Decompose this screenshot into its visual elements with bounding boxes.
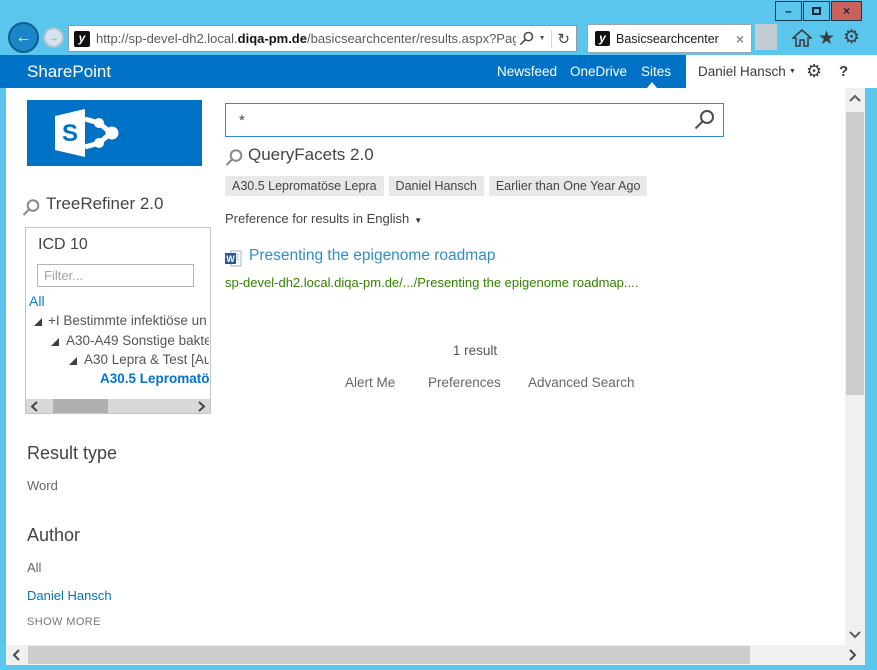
tree-node-label[interactable]: +I Bestimmte infektiöse un [48, 313, 207, 328]
horizontal-scrollbar-thumb[interactable] [28, 646, 750, 664]
address-dropdown-icon[interactable]: ▼ [539, 35, 546, 42]
url-suffix: /basicsearchcenter/results.aspx?PageView… [307, 31, 516, 46]
tree-node[interactable]: +I Bestimmte infektiöse un [26, 312, 209, 331]
search-box [225, 103, 724, 137]
url-domain: diqa-pm.de [238, 31, 307, 46]
advanced-search-link[interactable]: Advanced Search [528, 375, 635, 390]
forward-button[interactable]: → [43, 27, 64, 48]
language-preference: Preference for results in English ▼ [225, 211, 422, 226]
address-bar[interactable]: y http://sp-devel-dh2.local.diqa-pm.de/b… [68, 25, 577, 52]
tab-close-icon[interactable]: × [736, 31, 744, 47]
tree-node-label[interactable]: A30.5 Lepromatö [100, 371, 209, 386]
word-file-icon: W [225, 250, 242, 272]
browser-window: – × ← → y http://sp-devel-dh2.local.diqa… [0, 0, 877, 670]
suite-link-newsfeed[interactable]: Newsfeed [497, 55, 557, 88]
favorites-star-icon[interactable]: ★ [818, 27, 835, 50]
refiner-value-daniel-hansch[interactable]: Daniel Hansch [27, 588, 112, 603]
tree-heading: ICD 10 [38, 236, 88, 254]
tab-favicon: y [595, 31, 610, 46]
forward-arrow-icon: → [48, 32, 59, 44]
tree-refiner-title: TreeRefiner 2.0 [46, 194, 163, 214]
user-menu[interactable]: Daniel Hansch [698, 55, 786, 88]
alert-me-link[interactable]: Alert Me [345, 375, 395, 390]
close-icon: × [843, 4, 850, 18]
address-search-icon[interactable] [519, 31, 534, 46]
tree-horizontal-scrollbar[interactable] [26, 399, 210, 414]
browser-settings-gear-icon[interactable]: ⚙ [843, 26, 860, 49]
language-dropdown-caret-icon[interactable]: ▼ [414, 216, 422, 225]
query-facets-title: QueryFacets 2.0 [248, 145, 374, 165]
suite-link-onedrive[interactable]: OneDrive [570, 55, 627, 88]
tree-node[interactable]: A30 Lepra & Test [Au [26, 351, 209, 370]
tree-refiner-panel: ICD 10 All +I Bestimmte infektiöse un A3… [25, 227, 211, 414]
result-count: 1 result [225, 343, 725, 358]
help-icon[interactable]: ? [839, 55, 848, 88]
maximize-button[interactable] [803, 1, 830, 21]
refiner-value-word[interactable]: Word [27, 478, 58, 493]
language-preference-value[interactable]: English [367, 211, 410, 226]
vertical-scrollbar-thumb[interactable] [846, 112, 864, 395]
search-button[interactable] [693, 109, 715, 136]
result-url: sp-devel-dh2.local.diqa-pm.de/.../Presen… [225, 275, 638, 290]
scroll-left-icon[interactable] [30, 401, 39, 412]
facet-tag[interactable]: A30.5 Lepromatöse Lepra [225, 176, 384, 196]
address-divider [551, 30, 552, 48]
scroll-right-icon[interactable] [848, 649, 857, 661]
tree-expand-icon[interactable] [34, 318, 42, 326]
new-tab-button[interactable] [755, 24, 777, 50]
user-menu-caret-icon: ▼ [789, 68, 796, 75]
facet-tag[interactable]: Daniel Hansch [389, 176, 484, 196]
home-icon[interactable] [792, 29, 812, 52]
url-prefix: http://sp-devel-dh2.local. [96, 31, 238, 46]
sharepoint-brand: SharePoint [27, 55, 111, 88]
language-preference-label: Preference for results in [225, 211, 363, 226]
minimize-button[interactable]: – [775, 1, 802, 21]
site-settings-gear-icon[interactable]: ⚙ [806, 55, 822, 88]
scroll-up-icon[interactable] [849, 94, 861, 103]
query-facets-magnifier-icon [224, 148, 243, 172]
minimize-icon: – [785, 4, 792, 18]
tree-filter-input[interactable] [37, 264, 194, 287]
horizontal-scrollbar[interactable] [6, 645, 865, 665]
suite-bar: SharePoint Newsfeed OneDrive Sites Danie… [0, 55, 877, 88]
tree-node[interactable]: A30-A49 Sonstige bakter [26, 332, 209, 351]
vertical-scrollbar[interactable] [845, 88, 865, 645]
back-button[interactable]: ← [8, 22, 39, 53]
result-title-link[interactable]: Presenting the epigenome roadmap [249, 247, 495, 265]
tree-node-label[interactable]: A30 Lepra & Test [Au [84, 352, 209, 367]
tree-expand-icon[interactable] [51, 338, 59, 346]
refiner-value-all[interactable]: All [27, 560, 41, 575]
facet-tag[interactable]: Earlier than One Year Ago [489, 176, 648, 196]
search-input[interactable] [226, 104, 686, 136]
svg-text:S: S [62, 120, 78, 147]
page-content: S TreeRefiner 2.0 ICD 10 All +I Bestimmt… [6, 88, 845, 645]
tab-title: Basicsearchcenter [616, 32, 732, 46]
tree-all-link[interactable]: All [29, 293, 45, 309]
refiner-author-title: Author [27, 525, 80, 546]
close-button[interactable]: × [831, 1, 862, 21]
tree-expand-icon[interactable] [69, 357, 77, 365]
show-more-link[interactable]: SHOW MORE [27, 616, 101, 628]
refiner-result-type-title: Result type [27, 443, 117, 464]
sharepoint-logo-icon: S [53, 107, 133, 159]
back-arrow-icon: ← [16, 29, 32, 47]
maximize-icon [812, 7, 821, 15]
tree-refiner-magnifier-icon [21, 198, 40, 222]
tree-scrollbar-thumb[interactable] [53, 399, 108, 414]
browser-tab[interactable]: y Basicsearchcenter × [587, 24, 752, 53]
tree-node-selected[interactable]: A30.5 Lepromatö [26, 370, 209, 389]
preferences-link[interactable]: Preferences [428, 375, 501, 390]
url-text[interactable]: http://sp-devel-dh2.local.diqa-pm.de/bas… [96, 31, 516, 46]
svg-text:W: W [226, 254, 235, 264]
tree-node-label[interactable]: A30-A49 Sonstige bakter [66, 333, 209, 348]
suite-bar-blue-region: SharePoint Newsfeed OneDrive Sites [0, 55, 686, 88]
scroll-right-icon[interactable] [197, 401, 206, 412]
facet-list: A30.5 Lepromatöse Lepra Daniel Hansch Ea… [225, 176, 647, 196]
scroll-left-icon[interactable] [12, 649, 21, 661]
sharepoint-logo-tile[interactable]: S [27, 100, 202, 166]
refresh-icon[interactable]: ↻ [557, 30, 570, 48]
site-favicon: y [74, 31, 90, 47]
scroll-down-icon[interactable] [849, 630, 861, 639]
